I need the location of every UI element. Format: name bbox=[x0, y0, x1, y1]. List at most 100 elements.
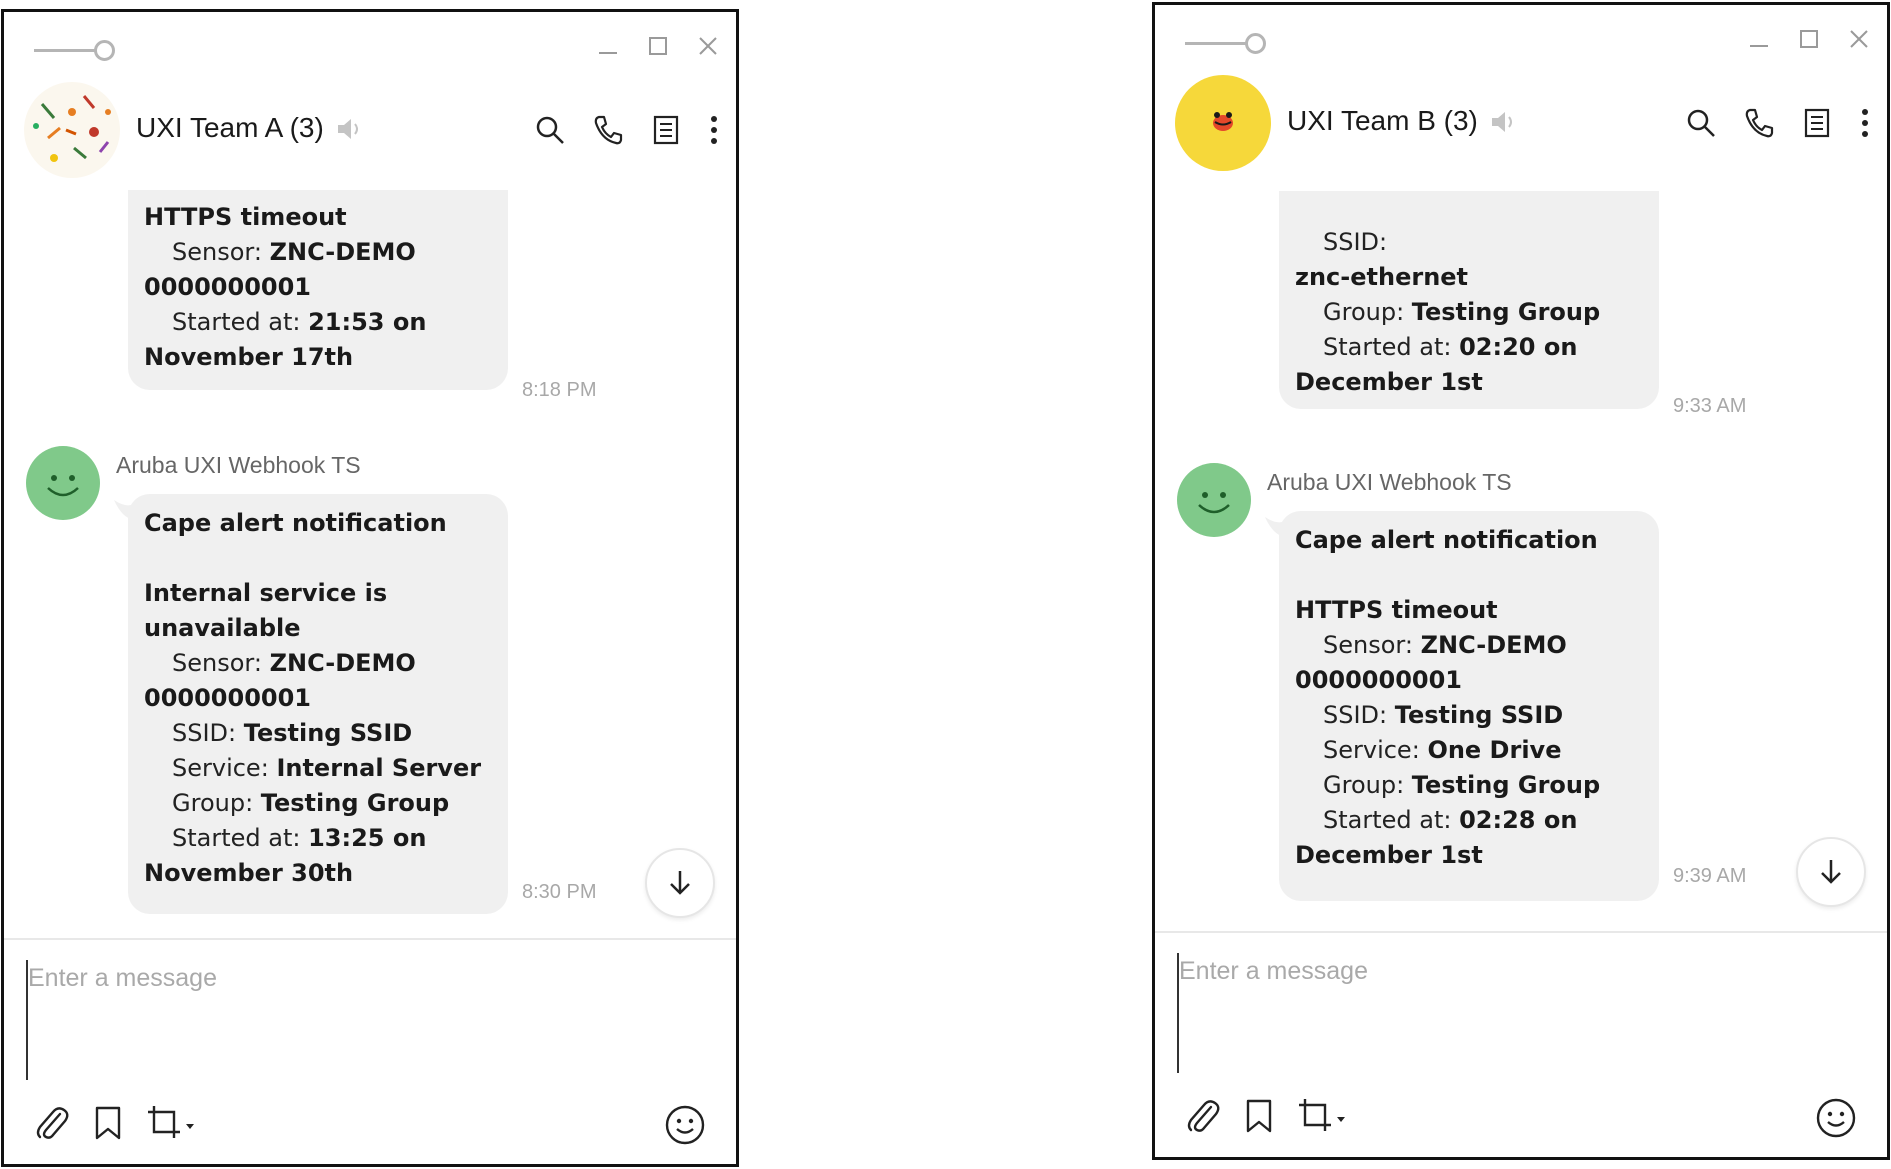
notes-button[interactable] bbox=[650, 112, 682, 148]
field-value: Testing Group bbox=[1411, 771, 1601, 799]
field-value: Testing Group bbox=[1411, 298, 1601, 326]
opacity-slider-track bbox=[34, 49, 100, 52]
field-label: Service: bbox=[172, 754, 269, 782]
minimize-button[interactable] bbox=[596, 32, 620, 60]
message-line: Started at: 02:28 on bbox=[1295, 803, 1643, 838]
speaker-muted-icon bbox=[336, 116, 364, 147]
notes-button[interactable] bbox=[1801, 105, 1833, 141]
attach-file-button[interactable] bbox=[34, 1102, 70, 1144]
close-button[interactable] bbox=[696, 32, 720, 60]
message-bubble: SSID: znc-ethernet Group: Testing Group St… bbox=[1279, 191, 1659, 409]
maximize-button[interactable] bbox=[646, 32, 670, 60]
call-button[interactable] bbox=[592, 112, 624, 148]
maximize-button[interactable] bbox=[1797, 25, 1821, 53]
emoji-button[interactable] bbox=[664, 1104, 706, 1146]
bot-avatar[interactable] bbox=[1177, 463, 1251, 537]
paperclip-icon bbox=[36, 1107, 69, 1139]
message-list[interactable]: SSID: znc-ethernet Group: Testing Group St… bbox=[1155, 177, 1887, 929]
field-label: Group: bbox=[172, 789, 254, 817]
chat-header: UXI Team B (3) bbox=[1155, 67, 1887, 177]
search-button[interactable] bbox=[1685, 105, 1717, 141]
message-list[interactable]: HTTPS timeout Sensor: ZNC-DEMO 0000000001 S… bbox=[4, 184, 736, 936]
scroll-to-bottom-button[interactable] bbox=[645, 848, 715, 918]
field-label: Started at: bbox=[1323, 806, 1452, 834]
field-label: Service: bbox=[1323, 736, 1420, 764]
phone-icon bbox=[1745, 108, 1774, 138]
bookmark-button[interactable] bbox=[1245, 1095, 1273, 1137]
opacity-slider-knob[interactable] bbox=[94, 40, 115, 61]
message-line: SSID: Testing SSID bbox=[1295, 698, 1643, 733]
search-icon bbox=[536, 116, 564, 144]
crop-icon bbox=[1299, 1099, 1345, 1131]
call-button[interactable] bbox=[1743, 105, 1775, 141]
more-button[interactable] bbox=[708, 112, 720, 148]
capture-button[interactable] bbox=[1297, 1095, 1347, 1137]
composer-toolbar bbox=[34, 1102, 196, 1144]
scroll-to-bottom-button[interactable] bbox=[1796, 837, 1866, 907]
close-icon bbox=[699, 37, 717, 55]
team-a-avatar[interactable] bbox=[24, 82, 120, 178]
bookmark-button[interactable] bbox=[94, 1102, 122, 1144]
message-line: December 1st bbox=[1295, 365, 1643, 400]
message-line: Group: Testing Group bbox=[1295, 768, 1643, 803]
message-line: Group: Testing Group bbox=[144, 786, 492, 821]
arrow-down-icon bbox=[670, 871, 690, 895]
message-line: Group: Testing Group bbox=[1295, 295, 1643, 330]
message-line: Cape alert notification bbox=[1295, 523, 1643, 558]
capture-button[interactable] bbox=[146, 1102, 196, 1144]
bot-avatar[interactable] bbox=[26, 446, 100, 520]
chat-title: UXI Team A (3) bbox=[136, 112, 324, 143]
field-value: Internal Server bbox=[276, 754, 482, 782]
bookmark-icon bbox=[95, 1106, 121, 1140]
field-value: 0000000001 bbox=[144, 684, 311, 712]
close-button[interactable] bbox=[1847, 25, 1871, 53]
message-input[interactable] bbox=[26, 960, 706, 1080]
message-line: Internal service is bbox=[144, 576, 492, 611]
field-value: Testing SSID bbox=[1394, 701, 1564, 729]
message-input[interactable] bbox=[1177, 953, 1857, 1073]
field-label: SSID: bbox=[1323, 228, 1388, 256]
sender-name: Aruba UXI Webhook TS bbox=[1267, 469, 1512, 495]
team-b-avatar[interactable] bbox=[1175, 75, 1271, 171]
field-label: Sensor: bbox=[172, 238, 262, 266]
field-label: Group: bbox=[1323, 771, 1405, 799]
minimize-icon bbox=[599, 52, 617, 54]
minimize-button[interactable] bbox=[1747, 25, 1771, 53]
smiley-icon bbox=[665, 1105, 705, 1145]
arrow-down-icon bbox=[1821, 860, 1841, 884]
message-line: SSID: Testing SSID bbox=[144, 716, 492, 751]
opacity-slider[interactable] bbox=[34, 38, 116, 64]
message-line: 0000000001 bbox=[144, 270, 492, 305]
field-value: 0000000001 bbox=[144, 273, 311, 301]
field-value: November 17th bbox=[144, 343, 354, 371]
window-controls bbox=[1747, 25, 1871, 53]
message-line bbox=[144, 541, 492, 576]
field-value: December 1st bbox=[1295, 368, 1483, 396]
message-line: Sensor: ZNC-DEMO bbox=[1295, 628, 1643, 663]
more-button[interactable] bbox=[1859, 105, 1871, 141]
field-label: Sensor: bbox=[172, 649, 262, 677]
search-button[interactable] bbox=[534, 112, 566, 148]
crop-icon bbox=[148, 1106, 194, 1138]
message-line: December 1st bbox=[1295, 838, 1643, 873]
message-line: 0000000001 bbox=[144, 681, 492, 716]
message-line: Service: One Drive bbox=[1295, 733, 1643, 768]
field-value: Cape alert notification bbox=[144, 509, 447, 537]
opacity-slider[interactable] bbox=[1185, 31, 1267, 57]
attach-file-button[interactable] bbox=[1185, 1095, 1221, 1137]
emoji-button[interactable] bbox=[1815, 1097, 1857, 1139]
chick-avatar-icon bbox=[1213, 112, 1233, 131]
message-line: Sensor: ZNC-DEMO bbox=[144, 235, 492, 270]
message-bubble: Cape alert notification HTTPS timeout Sens… bbox=[1279, 511, 1659, 901]
message-line: Cape alert notification bbox=[144, 506, 492, 541]
message-line: Service: Internal Server bbox=[144, 751, 492, 786]
field-value: 02:28 on bbox=[1459, 806, 1578, 834]
opacity-slider-knob[interactable] bbox=[1245, 33, 1266, 54]
more-vertical-icon bbox=[711, 116, 717, 144]
close-icon bbox=[1850, 30, 1868, 48]
field-value: unavailable bbox=[144, 614, 301, 642]
smiley-face-icon bbox=[1198, 492, 1230, 514]
chat-window-team-b: UXI Team B (3) SSID: znc-ethernet Group: … bbox=[1152, 2, 1890, 1160]
paperclip-icon bbox=[1187, 1100, 1220, 1132]
message-bubble: HTTPS timeout Sensor: ZNC-DEMO 0000000001 S… bbox=[128, 190, 508, 390]
